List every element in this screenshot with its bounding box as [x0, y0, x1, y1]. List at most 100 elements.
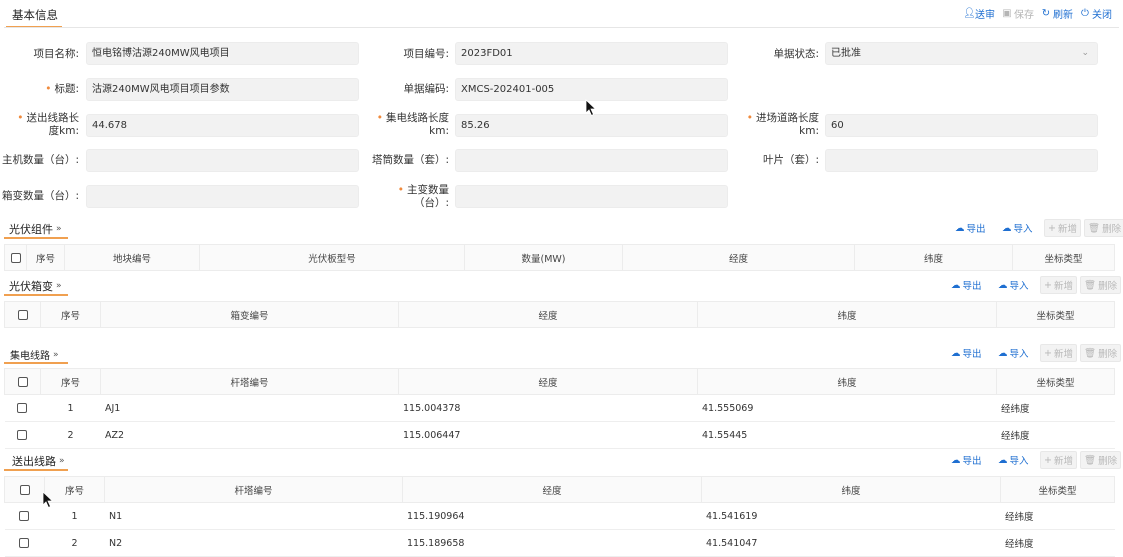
- page-title: 基本信息: [12, 8, 58, 22]
- section-underline: [4, 362, 68, 364]
- column-header: 坐标类型: [996, 368, 1115, 395]
- doc-code-field[interactable]: XMCS-202401-005: [455, 78, 728, 101]
- chevron-down-icon: ⌄: [1081, 48, 1089, 58]
- table-header-row: 序号 杆塔编号 经度 纬度 坐标类型: [4, 476, 1115, 503]
- pvbox-table: 序号 箱变编号 经度 纬度 坐标类型: [4, 301, 1115, 328]
- close-button[interactable]: ⏻ 关闭: [1080, 6, 1112, 21]
- cloud-download-icon: ☁: [998, 279, 1008, 291]
- road-length-label: • 进场道路长度 km:: [746, 112, 819, 137]
- power-icon: ⏻: [1081, 8, 1089, 19]
- tower-no: AJ1: [100, 394, 399, 422]
- trash-icon: 🗑︎: [1084, 454, 1097, 466]
- column-header: 地块编号: [64, 244, 200, 271]
- out-line-length-label: • 送出线路长 度km:: [17, 112, 79, 137]
- out-line-length-field[interactable]: 44.678: [86, 114, 359, 137]
- project-name-field[interactable]: 恒电铭博沽源240MW风电项目: [86, 42, 359, 65]
- host-count-field[interactable]: [86, 149, 359, 172]
- plus-icon: +: [1044, 454, 1052, 466]
- row-checkbox[interactable]: [17, 430, 28, 440]
- cloud-upload-icon: ☁: [951, 454, 961, 466]
- column-header: 序号: [40, 301, 101, 328]
- column-header: 序号: [26, 244, 65, 271]
- row-checkbox[interactable]: [19, 511, 30, 521]
- pvbox-export-button[interactable]: ☁ 导出: [951, 276, 982, 294]
- collect-delete-button[interactable]: 🗑︎ 删除: [1080, 344, 1122, 362]
- row-checkbox[interactable]: [17, 403, 28, 413]
- box-count-field[interactable]: [86, 185, 359, 208]
- cloud-upload-icon: ☁: [955, 222, 965, 234]
- column-header: 经度: [402, 476, 702, 503]
- collect-import-button[interactable]: ☁ 导入: [998, 344, 1029, 362]
- title-label: • 标题:: [45, 83, 79, 95]
- submit-button[interactable]: 👤︎ 送审: [963, 6, 995, 21]
- mouse-cursor-icon: [42, 491, 54, 509]
- pv-import-button[interactable]: ☁ 导入: [1002, 219, 1033, 237]
- collect-export-button[interactable]: ☁ 导出: [951, 344, 982, 362]
- table-header-row: 序号 箱变编号 经度 纬度 坐标类型: [4, 301, 1115, 328]
- section-title-out[interactable]: 送出线路»: [12, 453, 65, 469]
- title-field[interactable]: 沽源240MW风电项目项目参数: [86, 78, 359, 101]
- column-header: 坐标类型: [1012, 244, 1115, 271]
- plus-icon: +: [1044, 279, 1052, 291]
- longitude: 115.189658: [402, 529, 702, 557]
- out-export-button[interactable]: ☁ 导出: [951, 451, 982, 469]
- latitude: 41.555069: [697, 394, 997, 422]
- pv-delete-button[interactable]: 🗑︎ 删除: [1084, 219, 1123, 237]
- pvbox-delete-button[interactable]: 🗑︎ 删除: [1080, 276, 1122, 294]
- column-header: 光伏板型号: [199, 244, 465, 271]
- plus-icon: +: [1048, 222, 1056, 234]
- column-header: 坐标类型: [996, 301, 1115, 328]
- column-header: 纬度: [854, 244, 1013, 271]
- collect-line-length-field[interactable]: 85.26: [455, 114, 728, 137]
- out-import-button[interactable]: ☁ 导入: [998, 451, 1029, 469]
- pvbox-add-button[interactable]: + 新增: [1040, 276, 1077, 294]
- row-no: 1: [40, 394, 101, 422]
- table-row[interactable]: 2 AZ2 115.006447 41.55445 经纬度: [4, 421, 1115, 449]
- pv-export-button[interactable]: ☁ 导出: [955, 219, 986, 237]
- mouse-cursor-icon: [585, 99, 597, 117]
- out-add-button[interactable]: + 新增: [1040, 451, 1077, 469]
- cloud-upload-icon: ☁: [951, 279, 961, 291]
- out-delete-button[interactable]: 🗑︎ 删除: [1080, 451, 1122, 469]
- longitude: 115.190964: [402, 502, 702, 530]
- select-all-checkbox[interactable]: [19, 484, 30, 495]
- column-header: 箱变编号: [100, 301, 399, 328]
- table-row[interactable]: 1 AJ1 115.004378 41.555069 经纬度: [4, 394, 1115, 422]
- column-header: 杆塔编号: [100, 368, 399, 395]
- collapse-icon: »: [56, 281, 62, 291]
- section-title-collect[interactable]: 集电线路»: [10, 347, 59, 363]
- collect-add-button[interactable]: + 新增: [1040, 344, 1077, 362]
- table-row[interactable]: 1 N1 115.190964 41.541619 经纬度: [4, 502, 1115, 530]
- table-row[interactable]: 2 N2 115.189658 41.541047 经纬度: [4, 529, 1115, 557]
- main-transformer-label: • 主变数量 （台）:: [397, 184, 449, 209]
- latitude: 41.541619: [701, 502, 1001, 530]
- doc-code-label: 单据编码:: [403, 83, 449, 95]
- main-transformer-field[interactable]: [455, 185, 728, 208]
- select-all-checkbox[interactable]: [17, 376, 28, 387]
- section-title-pv[interactable]: 光伏组件»: [9, 221, 62, 237]
- section-underline: [4, 237, 68, 239]
- box-count-label: 箱变数量（台）:: [1, 190, 79, 202]
- project-no-field[interactable]: 2023FD01: [455, 42, 728, 65]
- select-all-checkbox[interactable]: [10, 252, 21, 263]
- tower-count-field[interactable]: [455, 149, 728, 172]
- out-table: 序号 杆塔编号 经度 纬度 坐标类型 1 N1 115.190964 41.54…: [4, 476, 1115, 557]
- road-length-field[interactable]: 60: [825, 114, 1098, 137]
- required-mark: •: [45, 83, 52, 95]
- refresh-button[interactable]: ↻ 刷新: [1041, 6, 1073, 21]
- project-no-label: 项目编号:: [403, 48, 449, 60]
- column-header: 经度: [398, 301, 698, 328]
- project-name-label: 项目名称:: [33, 48, 79, 60]
- section-title-pvbox[interactable]: 光伏箱变»: [9, 278, 62, 294]
- pvbox-import-button[interactable]: ☁ 导入: [998, 276, 1029, 294]
- longitude: 115.004378: [398, 394, 698, 422]
- select-all-checkbox[interactable]: [17, 309, 28, 320]
- row-no: 2: [44, 529, 105, 557]
- column-header: 坐标类型: [1000, 476, 1115, 503]
- doc-status-select[interactable]: 已批准 ⌄: [825, 42, 1098, 65]
- pv-add-button[interactable]: + 新增: [1044, 219, 1081, 237]
- cloud-download-icon: ☁: [998, 347, 1008, 359]
- coord-type: 经纬度: [996, 394, 1115, 422]
- blade-count-field[interactable]: [825, 149, 1098, 172]
- save-button[interactable]: ▣ 保存: [1002, 6, 1034, 21]
